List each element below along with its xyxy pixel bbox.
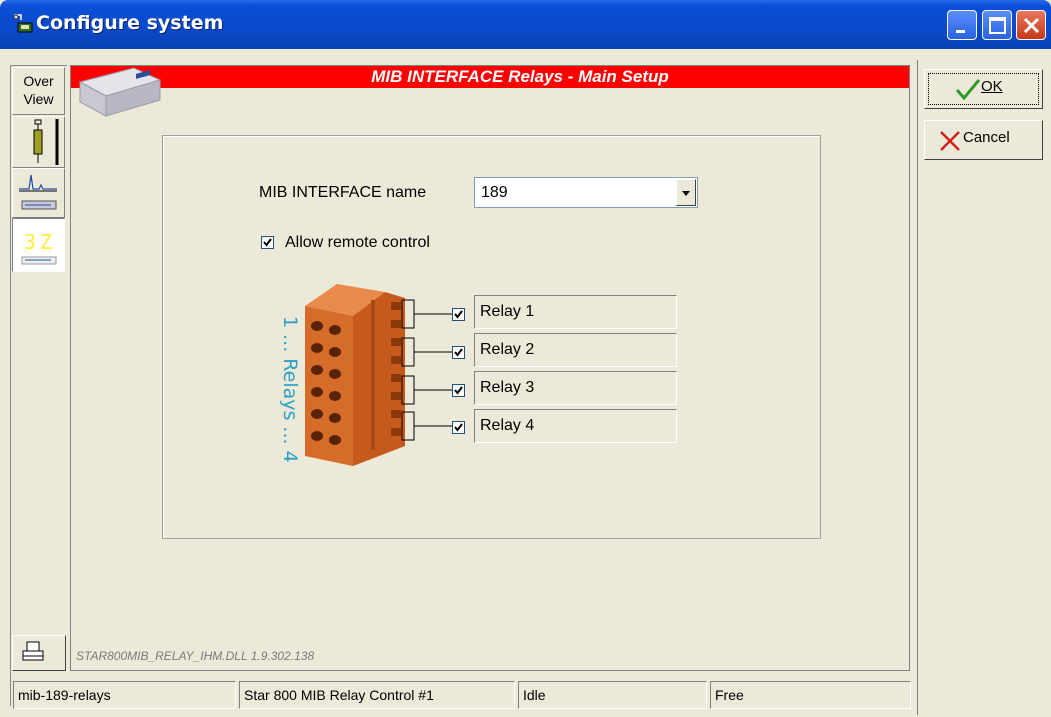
relay-2-label: Relay 2 [480,341,535,358]
overview-button[interactable]: Over View [12,67,65,115]
cancel-label: Cancel [963,129,1010,146]
status-cell-id: mib-189-relays [13,681,236,709]
maximize-icon [989,17,1006,34]
relay-4-field[interactable]: Relay 4 [474,409,677,443]
relay-4-label: Relay 4 [480,417,535,434]
chevron-down-icon [682,191,690,196]
minimize-icon [956,30,965,33]
status-cell-name: Star 800 MIB Relay Control #1 [239,681,515,709]
maximize-button[interactable] [982,10,1012,40]
relay-3-field[interactable]: Relay 3 [474,371,677,405]
chromatogram-button[interactable] [12,168,65,218]
minimize-button[interactable] [947,10,977,40]
svg-text:3: 3 [24,230,36,254]
allow-remote-label: Allow remote control [285,234,430,251]
print-button[interactable] [12,635,66,671]
syringe-icon [33,119,59,165]
check-icon [454,386,463,395]
relay-1-label: Relay 1 [480,303,535,320]
interface-name-combobox[interactable]: 189 [474,177,698,208]
printer-icon [22,641,44,661]
relays-range-label: 1 ... Relays ... 4 [279,316,301,463]
cancel-button[interactable]: Cancel [924,120,1043,160]
page-title: MIB INTERFACE Relays - Main Setup [371,67,669,86]
relay-3-checkbox[interactable] [452,384,465,397]
relay-config-button[interactable]: 3 Z [12,218,65,272]
syringe-button[interactable] [12,116,65,168]
mib-device-image [78,67,162,117]
check-icon [454,348,463,357]
ok-button[interactable]: OK [924,69,1043,109]
relay-2-checkbox[interactable] [452,346,465,359]
allow-remote-checkbox[interactable] [261,236,274,249]
overview-label-line2: View [23,91,54,107]
overview-label-line1: Over [23,73,54,89]
check-icon [454,423,463,432]
relay-connector-image [305,284,405,466]
relay-4-checkbox[interactable] [452,421,465,434]
relay-config-icon: 3 Z [21,230,57,265]
relay-3-label: Relay 3 [480,379,535,396]
relay-1-checkbox[interactable] [452,308,465,321]
relay-2-field[interactable]: Relay 2 [474,333,677,367]
cross-icon [940,131,960,151]
close-button[interactable] [1016,10,1046,40]
configure-system-window: Configure system Over View 3 Z MIB INTER… [0,0,1051,717]
window-title: Configure system [36,12,224,34]
chromatogram-icon [19,174,57,210]
check-icon [454,310,463,319]
status-bar: mib-189-relays Star 800 MIB Relay Contro… [13,681,911,711]
interface-name-label: MIB INTERFACE name [259,184,427,201]
svg-text:Z: Z [40,230,52,254]
interface-name-value: 189 [481,184,508,201]
check-icon [263,238,272,247]
title-bar[interactable]: Configure system [0,0,1051,49]
dll-version-info: STAR800MIB_RELAY_IHM.DLL 1.9.302.138 [76,649,315,663]
status-cell-availability: Free [710,681,911,709]
close-icon [1023,17,1040,34]
combo-dropdown-button[interactable] [676,179,696,206]
checkmark-icon [955,79,981,101]
app-icon [13,14,33,33]
relay-wiring [401,299,452,441]
ok-label: OK [981,78,1003,95]
relay-1-field[interactable]: Relay 1 [474,295,677,329]
status-cell-state: Idle [518,681,707,709]
